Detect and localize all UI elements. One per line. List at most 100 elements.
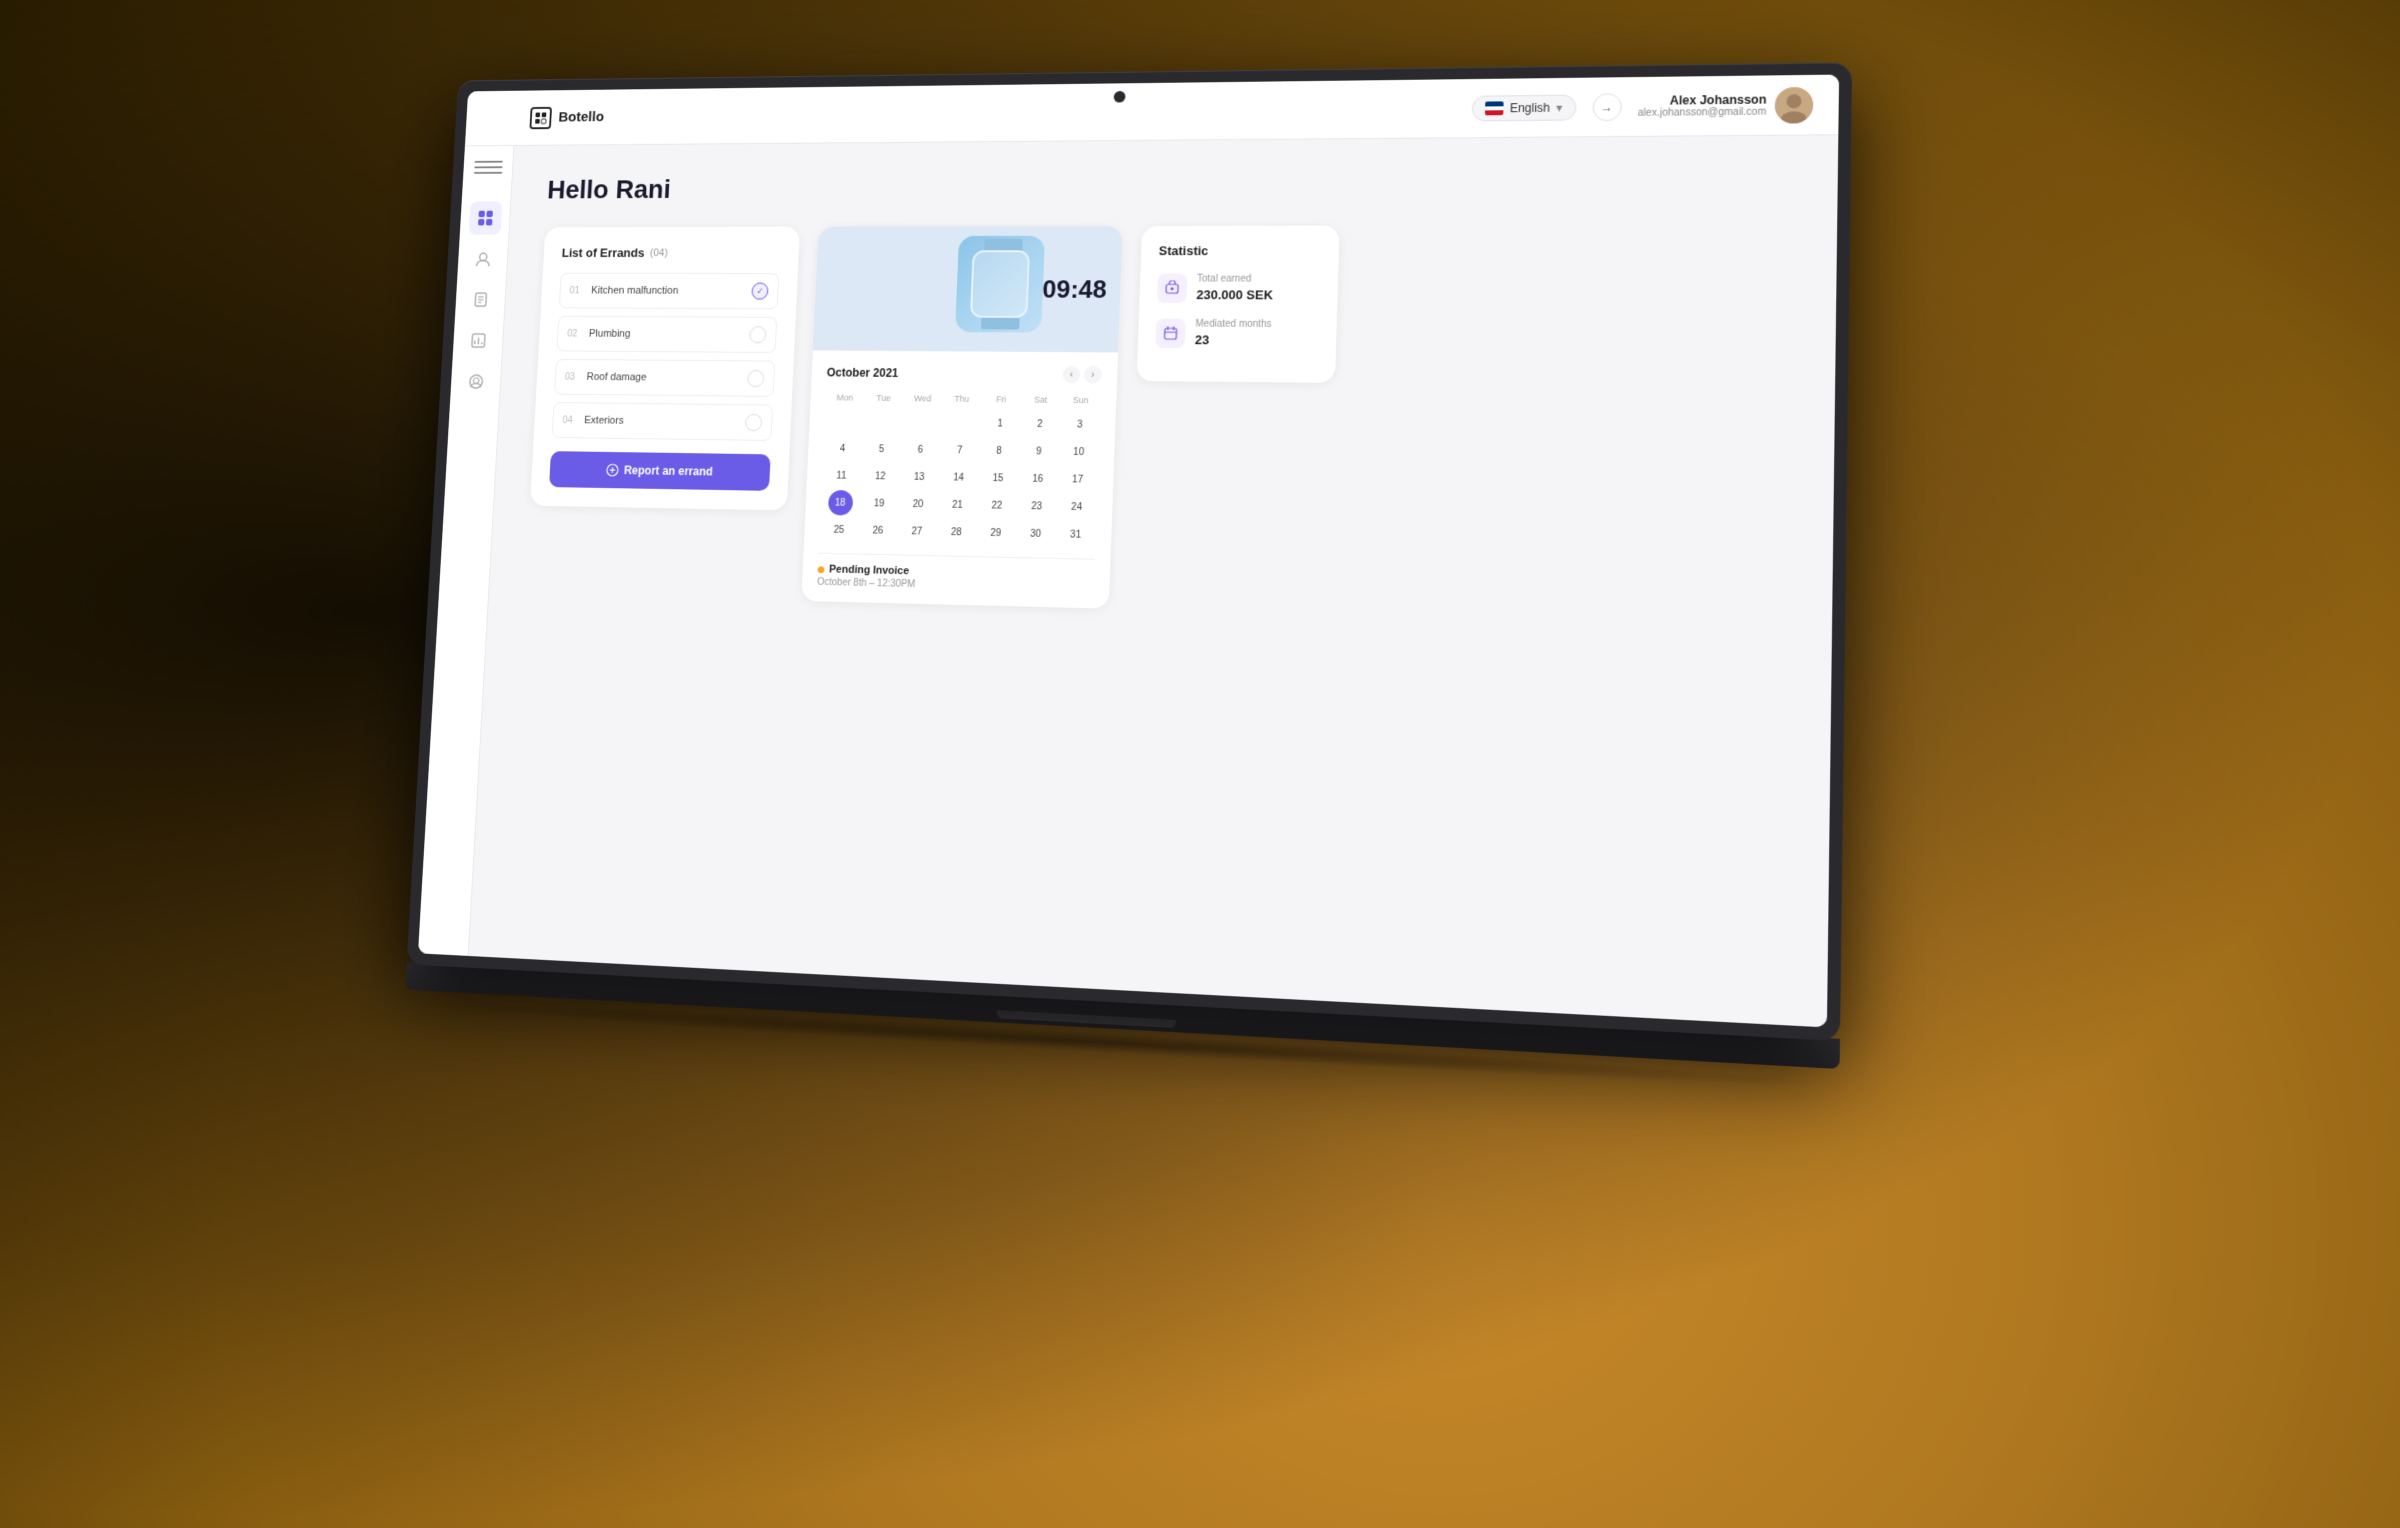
cal-cell-26[interactable]: 26 bbox=[865, 518, 891, 544]
flag-icon bbox=[1485, 101, 1504, 115]
language-label: English bbox=[1510, 100, 1551, 114]
menu-button[interactable] bbox=[473, 161, 503, 183]
errand-check-2[interactable] bbox=[749, 326, 766, 343]
cal-cell-21[interactable]: 21 bbox=[944, 492, 970, 518]
errands-card: List of Errands (04) 01 Kitchen malfunct… bbox=[530, 227, 800, 511]
cal-cell-25[interactable]: 25 bbox=[826, 517, 852, 543]
stat-info-earned: Total earned 230.000 SEK bbox=[1196, 274, 1273, 303]
errand-item-3[interactable]: 03 Roof damage bbox=[554, 359, 775, 397]
cal-week-5: 25 26 27 28 29 30 31 bbox=[819, 516, 1096, 549]
cal-cell-13[interactable]: 13 bbox=[906, 464, 932, 490]
language-selector[interactable]: English ▾ bbox=[1472, 94, 1576, 121]
errand-item-2[interactable]: 02 Plumbing bbox=[556, 316, 777, 353]
nav-forward-button[interactable]: → bbox=[1592, 93, 1622, 121]
pending-dot bbox=[818, 566, 825, 573]
cal-cell-15[interactable]: 15 bbox=[985, 465, 1011, 491]
menu-line-3 bbox=[473, 172, 501, 174]
pending-invoice: Pending Invoice October 8th – 12:30PM bbox=[817, 553, 1095, 595]
menu-line-1 bbox=[474, 161, 502, 163]
cal-cell-19[interactable]: 19 bbox=[866, 491, 892, 517]
dropdown-arrow: ▾ bbox=[1556, 100, 1563, 114]
cal-cell-18-today[interactable]: 18 bbox=[827, 490, 853, 516]
time-display: 09:48 bbox=[1042, 274, 1107, 304]
cal-cell-4[interactable]: 4 bbox=[830, 436, 856, 461]
cal-cell-11[interactable]: 11 bbox=[829, 463, 855, 489]
errand-item-1[interactable]: 01 Kitchen malfunction ✓ bbox=[559, 273, 780, 309]
cal-cell-14[interactable]: 14 bbox=[946, 465, 972, 491]
calendar-grid: Mon Tue Wed Thu Fri Sat Sun bbox=[819, 391, 1101, 549]
cal-cell-31[interactable]: 31 bbox=[1062, 522, 1088, 548]
calendar-prev-button[interactable]: ‹ bbox=[1062, 366, 1080, 384]
calendar-card: 09:48 October 2021 ‹ › bbox=[801, 226, 1122, 609]
cal-cell-28[interactable]: 28 bbox=[943, 519, 969, 545]
user-name: Alex Johansson bbox=[1638, 93, 1767, 108]
sidebar-item-documents[interactable] bbox=[463, 283, 497, 317]
errands-count: (04) bbox=[650, 247, 668, 258]
calendar-nav: October 2021 ‹ › bbox=[826, 364, 1102, 384]
watch-band-top bbox=[984, 239, 1023, 251]
cal-cell-29[interactable]: 29 bbox=[983, 520, 1009, 546]
cal-week-2: 4 5 6 7 8 9 10 bbox=[823, 435, 1100, 466]
cal-header-sat: Sat bbox=[1021, 393, 1061, 407]
errand-label-1: Kitchen malfunction bbox=[591, 285, 745, 297]
cal-cell-27[interactable]: 27 bbox=[904, 519, 930, 545]
cal-header-fri: Fri bbox=[981, 392, 1021, 406]
laptop-hinge bbox=[997, 1010, 1176, 1028]
cal-cell-24[interactable]: 24 bbox=[1064, 494, 1090, 520]
cal-cell-3[interactable]: 3 bbox=[1067, 412, 1093, 438]
errand-label-2: Plumbing bbox=[589, 328, 743, 340]
cal-cell-9[interactable]: 9 bbox=[1026, 439, 1052, 465]
content-grid: List of Errands (04) 01 Kitchen malfunct… bbox=[525, 225, 1794, 626]
errand-item-4[interactable]: 04 Exteriors bbox=[552, 402, 773, 441]
calendar-next-button[interactable]: › bbox=[1084, 366, 1102, 384]
cal-cell-22[interactable]: 22 bbox=[984, 493, 1010, 519]
statistics-card: Statistic Total earned 230.000 SEK bbox=[1137, 226, 1340, 383]
errand-label-4: Exteriors bbox=[584, 415, 738, 428]
cal-cell-7[interactable]: 7 bbox=[947, 438, 973, 464]
cal-cell-20[interactable]: 20 bbox=[905, 491, 931, 517]
user-info: Alex Johansson alex.johansson@gmail.com bbox=[1638, 86, 1814, 124]
calendar-body: October 2021 ‹ › bbox=[801, 350, 1118, 608]
app-ui: Botello English ▾ → Alex Joh bbox=[418, 75, 1839, 1028]
sidebar-item-reports[interactable] bbox=[461, 324, 495, 358]
cal-cell-16[interactable]: 16 bbox=[1025, 466, 1051, 492]
errand-check-1[interactable]: ✓ bbox=[751, 283, 768, 300]
sidebar-item-dashboard[interactable] bbox=[468, 201, 502, 234]
cal-header-wed: Wed bbox=[903, 391, 943, 405]
user-details: Alex Johansson alex.johansson@gmail.com bbox=[1638, 93, 1767, 119]
report-errand-button[interactable]: Report an errand bbox=[549, 451, 771, 491]
cal-cell-12[interactable]: 12 bbox=[867, 464, 893, 490]
statistics-title: Statistic bbox=[1159, 243, 1322, 258]
report-btn-label: Report an errand bbox=[624, 464, 713, 479]
cal-cell-10[interactable]: 10 bbox=[1066, 439, 1092, 465]
sidebar-item-user[interactable] bbox=[459, 365, 493, 399]
cal-cell-8[interactable]: 8 bbox=[986, 438, 1012, 464]
cal-header-thu: Thu bbox=[942, 392, 982, 406]
errands-header: List of Errands (04) bbox=[561, 246, 780, 260]
errand-check-4[interactable] bbox=[745, 414, 763, 431]
cal-cell-empty-3 bbox=[909, 410, 935, 435]
cal-header-sun: Sun bbox=[1060, 393, 1100, 407]
user-avatar[interactable] bbox=[1775, 86, 1814, 123]
watch-face bbox=[970, 250, 1030, 318]
cal-header-tue: Tue bbox=[864, 391, 903, 405]
calendar-month: October 2021 bbox=[826, 366, 898, 380]
cal-cell-30[interactable]: 30 bbox=[1023, 521, 1049, 547]
errand-num-1: 01 bbox=[569, 285, 584, 295]
menu-line-2 bbox=[474, 166, 502, 168]
stat-item-months: Mediated months 23 bbox=[1155, 319, 1318, 349]
cal-cell-5[interactable]: 5 bbox=[869, 436, 895, 461]
cal-cell-6[interactable]: 6 bbox=[908, 437, 934, 463]
stat-item-earned: Total earned 230.000 SEK bbox=[1157, 274, 1320, 304]
laptop: Botello English ▾ → Alex Joh bbox=[397, 61, 1981, 1223]
cal-cell-2[interactable]: 2 bbox=[1027, 411, 1053, 437]
cal-cell-1[interactable]: 1 bbox=[987, 411, 1013, 437]
stat-info-months: Mediated months 23 bbox=[1195, 319, 1272, 348]
cal-cell-17[interactable]: 17 bbox=[1065, 467, 1091, 493]
logo-text: Botello bbox=[558, 109, 604, 125]
sidebar-item-profile[interactable] bbox=[466, 242, 500, 275]
logo-icon bbox=[529, 106, 552, 128]
cal-cell-23[interactable]: 23 bbox=[1024, 493, 1050, 519]
calendar-header-row: Mon Tue Wed Thu Fri Sat Sun bbox=[825, 391, 1101, 407]
errand-check-3[interactable] bbox=[747, 370, 764, 387]
